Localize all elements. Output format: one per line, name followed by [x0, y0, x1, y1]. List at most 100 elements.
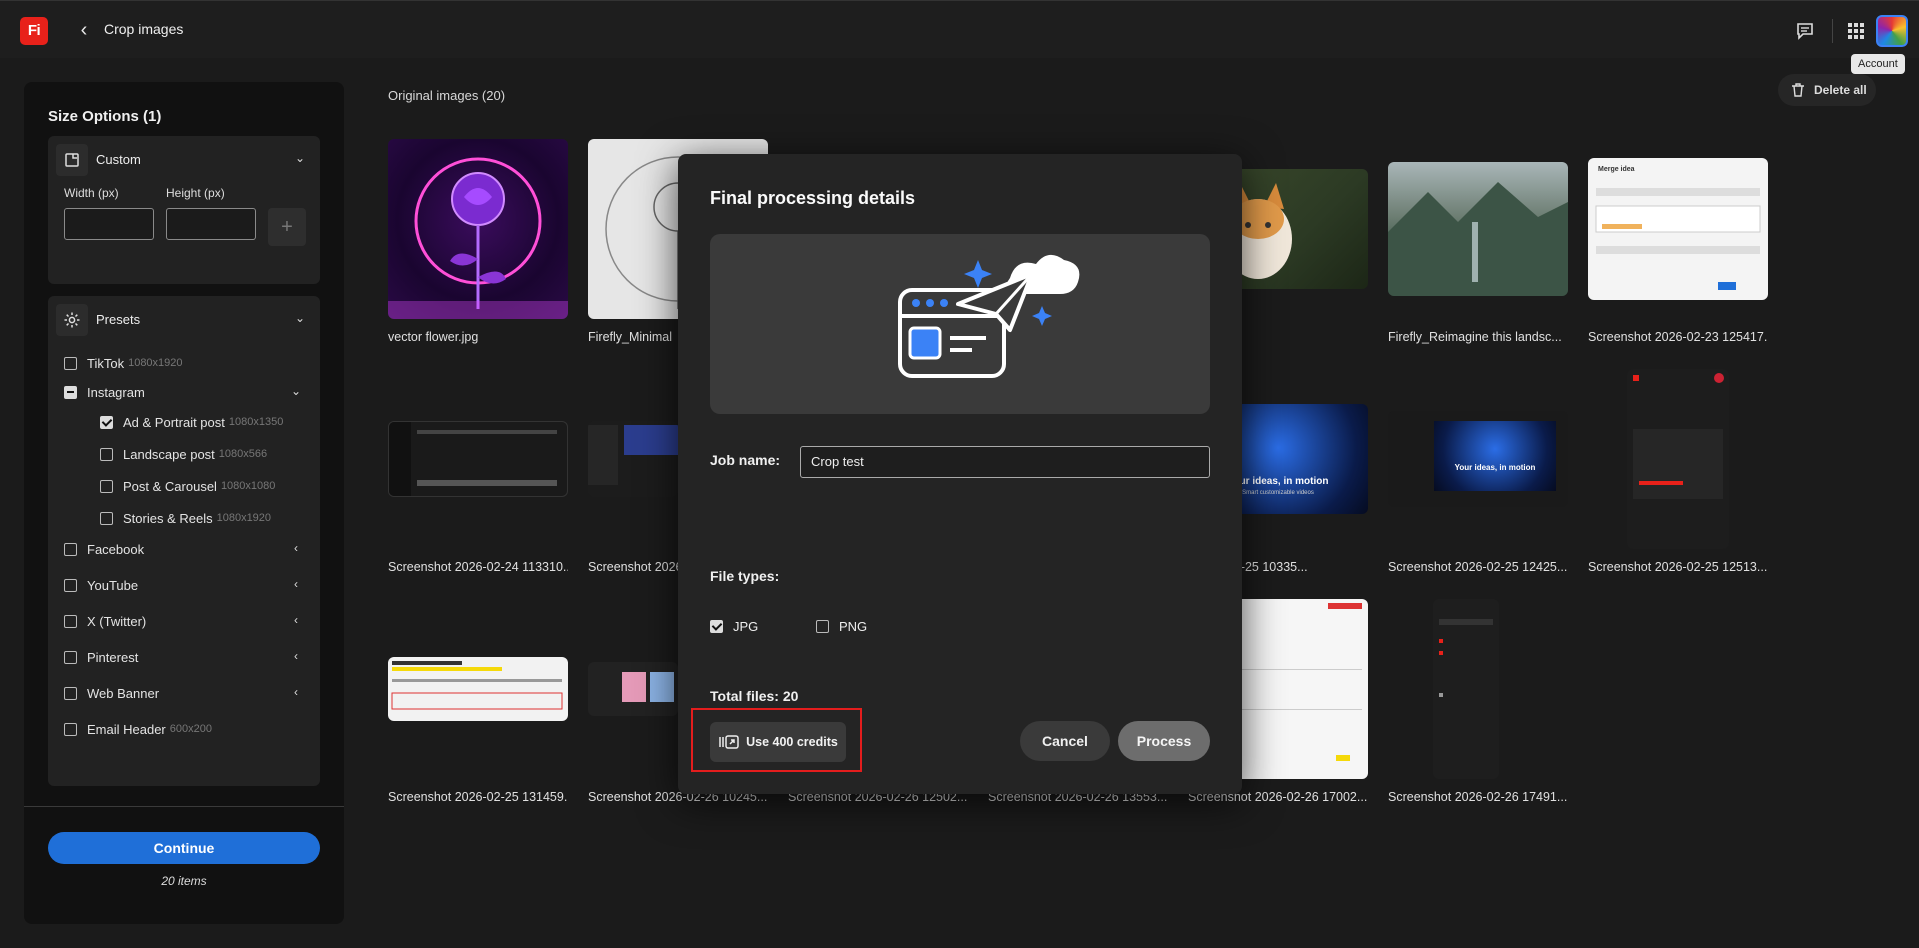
- preset-label: Post & Carousel: [123, 478, 217, 494]
- chevron-left-icon[interactable]: ‹: [74, 18, 94, 42]
- chevron-down-icon[interactable]: ⌄: [288, 384, 304, 400]
- checkbox[interactable]: [100, 415, 113, 429]
- custom-size-card: Custom ⌄ Width (px) Height (px) +: [48, 136, 320, 284]
- preset-tiktok[interactable]: TikTok 1080x1920: [64, 352, 304, 374]
- custom-label: Custom: [96, 152, 141, 167]
- chevron-left-icon[interactable]: ‹: [288, 613, 304, 629]
- checkbox[interactable]: [100, 479, 113, 493]
- chevron-left-icon[interactable]: ‹: [288, 541, 304, 557]
- checkbox[interactable]: [64, 578, 77, 592]
- preset-stories-reels[interactable]: Stories & Reels 1080x1920: [100, 507, 304, 529]
- image-caption: Firefly_Reimagine this landsc...: [1388, 330, 1562, 344]
- height-input[interactable]: [166, 208, 256, 240]
- preset-size: 600x200: [169, 723, 212, 735]
- preset-web-banner[interactable]: Web Banner ‹: [64, 682, 304, 704]
- process-button[interactable]: Process: [1118, 721, 1210, 761]
- image-caption: Screenshot 2026: [588, 560, 678, 574]
- height-label: Height (px): [166, 186, 225, 200]
- preset-label: Email Header: [87, 721, 166, 737]
- page-title: Crop images: [104, 21, 184, 37]
- custom-header[interactable]: Custom ⌄: [56, 144, 312, 176]
- image-caption: Screenshot 2026-02-25 12513...: [1588, 560, 1768, 574]
- chevron-left-icon[interactable]: ‹: [288, 649, 304, 665]
- apps-grid-icon[interactable]: [1843, 18, 1869, 44]
- image-caption: Screenshot 2026-02-26 17491...: [1388, 790, 1568, 804]
- preset-label: Stories & Reels: [123, 510, 213, 526]
- preset-ad-portrait[interactable]: Ad & Portrait post 1080x1350: [100, 411, 304, 433]
- preset-youtube[interactable]: YouTube ‹: [64, 574, 304, 596]
- checkbox[interactable]: [710, 620, 723, 633]
- image-thumb-vector-flower[interactable]: [388, 139, 568, 319]
- top-bar: Fi ‹ Crop images: [0, 0, 1919, 58]
- checkbox[interactable]: [816, 620, 829, 633]
- trash-icon: [1792, 83, 1804, 97]
- image-thumb-screenshot-motion[interactable]: Your ideas, in motion: [1388, 369, 1568, 549]
- divider: [24, 806, 344, 807]
- avatar[interactable]: [1876, 15, 1908, 47]
- checkbox[interactable]: [64, 614, 77, 628]
- checkbox[interactable]: [100, 511, 113, 525]
- divider: [1832, 19, 1833, 43]
- preset-instagram[interactable]: Instagram ⌄: [64, 381, 304, 403]
- preset-size: 1080x1920: [216, 512, 272, 524]
- preset-post-carousel[interactable]: Post & Carousel 1080x1080: [100, 475, 304, 497]
- thumbnail: [588, 421, 678, 497]
- firefly-logo[interactable]: Fi: [20, 17, 48, 45]
- continue-button[interactable]: Continue: [48, 832, 320, 864]
- checkbox[interactable]: [64, 356, 77, 370]
- preset-label: X (Twitter): [87, 613, 147, 629]
- preset-pinterest[interactable]: Pinterest ‹: [64, 646, 304, 668]
- presets-header[interactable]: Presets ⌄: [56, 304, 312, 336]
- size-options-title: Size Options (1): [48, 108, 162, 125]
- image-thumb-screenshot[interactable]: [388, 369, 568, 549]
- file-type-png[interactable]: PNG: [816, 619, 867, 634]
- checkbox[interactable]: [64, 385, 77, 399]
- job-name-input[interactable]: Crop test: [800, 446, 1210, 478]
- chevron-down-icon[interactable]: ⌄: [292, 150, 308, 166]
- image-caption: Screenshot 2026-02-23 125417...: [1588, 330, 1768, 344]
- items-count: 20 items: [161, 874, 207, 888]
- preset-size: 1080x566: [218, 448, 268, 460]
- image-thumb-landscape[interactable]: [1388, 139, 1568, 319]
- total-files: Total files: 20: [710, 688, 799, 704]
- size-options-panel: Size Options (1) Custom ⌄ Width (px) Hei…: [24, 82, 344, 924]
- checkbox[interactable]: [64, 650, 77, 664]
- original-images-label: Original images (20): [388, 88, 506, 103]
- gear-icon: [56, 304, 88, 336]
- highlight-box: [691, 708, 862, 772]
- preset-label: Landscape post: [123, 446, 215, 462]
- image-thumb-screenshot-doc[interactable]: [388, 599, 568, 779]
- crop-icon: [56, 144, 88, 176]
- preset-size: 1080x1350: [228, 416, 284, 428]
- preset-label: Facebook: [87, 541, 145, 557]
- add-size-button[interactable]: +: [268, 208, 306, 246]
- image-thumb-screenshot-settings[interactable]: [1388, 599, 1568, 779]
- delete-all-button[interactable]: Delete all: [1778, 74, 1876, 106]
- cancel-button[interactable]: Cancel: [1020, 721, 1110, 761]
- image-thumb-screenshot-merge[interactable]: Merge idea: [1588, 139, 1768, 319]
- thumbnail: [588, 662, 678, 716]
- preset-x-twitter[interactable]: X (Twitter) ‹: [64, 610, 304, 632]
- chevron-down-icon[interactable]: ⌄: [292, 310, 308, 326]
- preset-size: 1080x1920: [128, 357, 183, 369]
- chevron-left-icon[interactable]: ‹: [288, 577, 304, 593]
- dialog-title: Final processing details: [710, 188, 916, 208]
- preset-facebook[interactable]: Facebook ‹: [64, 538, 304, 560]
- preset-email-header[interactable]: Email Header 600x200: [64, 718, 304, 740]
- image-thumb-screenshot-account[interactable]: [1588, 369, 1768, 549]
- checkbox[interactable]: [100, 447, 113, 461]
- checkbox[interactable]: [64, 722, 77, 736]
- chevron-left-icon[interactable]: ‹: [288, 685, 304, 701]
- thumbnail: [388, 139, 568, 319]
- preset-landscape[interactable]: Landscape post 1080x566: [100, 443, 304, 465]
- thumbnail: [1388, 162, 1568, 296]
- chat-icon[interactable]: [1792, 18, 1818, 44]
- presets-card: Presets ⌄ TikTok 1080x1920 Instagram ⌄ A…: [48, 296, 320, 786]
- preset-label: TikTok: [87, 355, 125, 371]
- checkbox[interactable]: [64, 686, 77, 700]
- thumbnail: [1232, 599, 1368, 779]
- file-type-jpg[interactable]: JPG: [710, 619, 758, 634]
- thumbnail: [1627, 369, 1729, 549]
- width-input[interactable]: [64, 208, 154, 240]
- checkbox[interactable]: [64, 542, 77, 556]
